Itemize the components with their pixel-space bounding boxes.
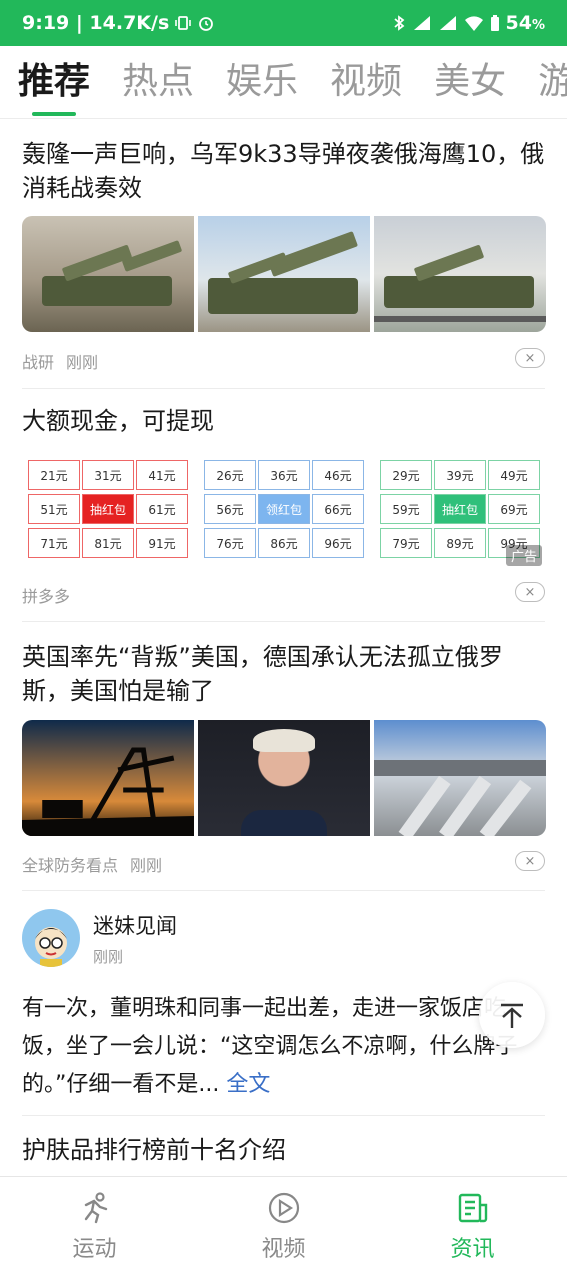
post-time: 刚刚 bbox=[93, 948, 124, 966]
news-image[interactable] bbox=[22, 216, 194, 332]
dismiss-button[interactable]: × bbox=[515, 348, 545, 368]
tabs-divider bbox=[0, 118, 567, 119]
ad-image-blue[interactable]: 26元 36元 46元 56元 领红包 66元 76元 86元 96元 bbox=[198, 452, 370, 568]
news-icon bbox=[456, 1191, 490, 1225]
back-to-top-button[interactable] bbox=[479, 982, 545, 1048]
tab-entertainment[interactable]: 娱乐 bbox=[226, 46, 298, 118]
status-time-speed: 9:19 | 14.7K/s bbox=[22, 12, 170, 34]
dismiss-button[interactable]: × bbox=[515, 582, 545, 602]
running-icon bbox=[78, 1191, 112, 1225]
tab-travel[interactable]: 游 bbox=[538, 46, 567, 118]
news-title-next[interactable]: 护肤品排行榜前十名介绍 bbox=[22, 1133, 545, 1167]
item-divider bbox=[22, 388, 545, 389]
dismiss-button[interactable]: × bbox=[515, 851, 545, 871]
author-name[interactable]: 迷妹见闻 bbox=[93, 910, 177, 940]
nav-news[interactable]: 资讯 bbox=[413, 1191, 533, 1271]
arrow-up-icon bbox=[501, 1003, 523, 1028]
alarm-icon bbox=[197, 13, 215, 33]
status-left: 9:19 | 14.7K/s bbox=[22, 12, 215, 34]
post-text[interactable]: 有一次，董明珠和同事一起出差，走进一家饭店吃饭，坐了一会儿说：“这空调怎么不凉啊… bbox=[22, 990, 545, 1104]
news-source: 战研 bbox=[22, 353, 55, 372]
status-right: 54% bbox=[392, 12, 545, 34]
item-divider bbox=[22, 621, 545, 622]
news-time: 刚刚 bbox=[66, 353, 99, 372]
news-image[interactable] bbox=[374, 216, 546, 332]
nav-sports[interactable]: 运动 bbox=[35, 1191, 155, 1271]
signal-2-icon bbox=[438, 13, 458, 33]
battery-icon bbox=[490, 13, 500, 33]
ad-image-green[interactable]: 29元 39元 49元 59元 抽红包 69元 79元 89元 99元 广告 bbox=[374, 452, 546, 568]
category-tabs: 推荐 热点 娱乐 视频 美女 游 bbox=[0, 46, 567, 118]
nav-sports-label: 运动 bbox=[72, 1237, 117, 1262]
ad-meta: 拼多多 bbox=[22, 583, 70, 607]
vibrate-icon bbox=[175, 13, 192, 33]
ad-image-red[interactable]: 21元 31元 41元 51元 抽红包 61元 71元 81元 91元 bbox=[22, 452, 194, 568]
tab-hot[interactable]: 热点 bbox=[122, 46, 194, 118]
bluetooth-icon bbox=[392, 13, 406, 33]
news-title-1[interactable]: 轰隆一声巨响，乌军9k33导弹夜袭俄海鹰10，俄消耗战奏效 bbox=[22, 137, 545, 205]
news-meta-3: 全球防务看点 刚刚 bbox=[22, 852, 162, 876]
tab-beauty[interactable]: 美女 bbox=[434, 46, 506, 118]
tab-video[interactable]: 视频 bbox=[330, 46, 402, 118]
news-time: 刚刚 bbox=[130, 856, 163, 875]
nav-video[interactable]: 视频 bbox=[224, 1191, 344, 1271]
ad-images[interactable]: 21元 31元 41元 51元 抽红包 61元 71元 81元 91元 26元 … bbox=[22, 452, 546, 568]
news-meta-1: 战研 刚刚 bbox=[22, 349, 98, 373]
news-image[interactable] bbox=[374, 720, 546, 836]
news-images-1[interactable] bbox=[22, 216, 546, 332]
ad-badge: 广告 bbox=[505, 545, 542, 566]
news-images-3[interactable] bbox=[22, 720, 546, 836]
news-source: 全球防务看点 bbox=[22, 856, 119, 875]
item-divider bbox=[22, 1115, 545, 1116]
read-more-link[interactable]: 全文 bbox=[226, 1072, 270, 1097]
news-image[interactable] bbox=[198, 720, 370, 836]
battery-level: 54% bbox=[505, 12, 545, 34]
item-divider bbox=[22, 890, 545, 891]
play-icon bbox=[267, 1191, 301, 1225]
tab-recommend[interactable]: 推荐 bbox=[18, 46, 90, 118]
wifi-icon bbox=[464, 13, 484, 33]
news-image[interactable] bbox=[198, 216, 370, 332]
nav-news-label: 资讯 bbox=[450, 1237, 495, 1262]
ad-title[interactable]: 大额现金，可提现 bbox=[22, 404, 545, 438]
status-bar: 9:19 | 14.7K/s 54% bbox=[0, 0, 567, 46]
bottom-nav: 运动 视频 资讯 bbox=[0, 1176, 567, 1271]
avatar[interactable] bbox=[22, 909, 80, 967]
news-title-3[interactable]: 英国率先“背叛”美国，德国承认无法孤立俄罗斯，美国怕是输了 bbox=[22, 640, 545, 708]
nav-video-label: 视频 bbox=[261, 1237, 306, 1262]
ad-source: 拼多多 bbox=[22, 587, 71, 606]
news-image[interactable] bbox=[22, 720, 194, 836]
signal-1-icon bbox=[412, 13, 432, 33]
